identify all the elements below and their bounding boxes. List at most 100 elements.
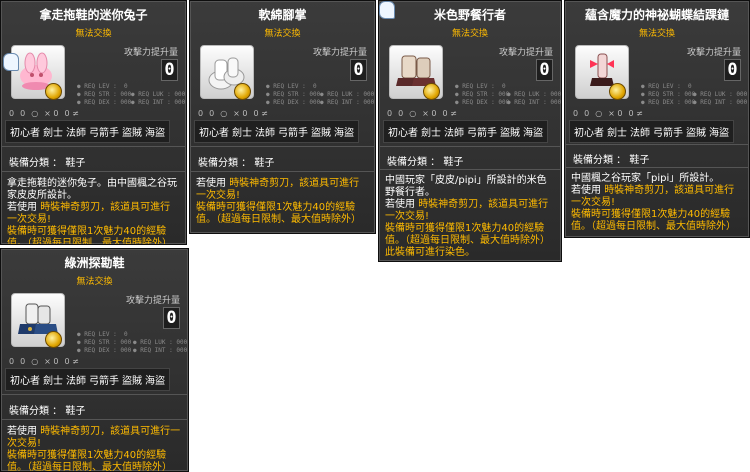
description-line: 若使用 時裝神奇剪刀，該道具可進行一次交易! bbox=[385, 199, 549, 222]
attack-increase-label: 攻擊力提升量 bbox=[123, 48, 178, 58]
item-description: 中國楓之谷玩家「pipi」所設計。 若使用 時裝神奇剪刀，該道具可進行一次交易!… bbox=[571, 173, 743, 233]
item-title: 綠洲探勘鞋 bbox=[64, 256, 125, 270]
description-line: 裝備時可獲得僅限1次魅力40的經驗值。（超過每日限制、最大值時除外） bbox=[385, 223, 550, 246]
item-title: 拿走拖鞋的迷你兔子 bbox=[39, 8, 148, 22]
job-archer: 弓箭手 bbox=[653, 128, 683, 139]
job-warrior: 劍士 bbox=[421, 128, 441, 139]
item-title: 米色野餐行者 bbox=[433, 8, 506, 22]
job-mage: 法師 bbox=[66, 376, 86, 387]
trade-status: 無法交換 bbox=[75, 29, 112, 39]
pointer-hand-icon bbox=[379, 1, 395, 19]
item-tooltip-card-4: 蘊含魔力的神祕蝴蝶結踝鏈 無法交換 攻擊力提升量 0 ● REQ LEV : 0… bbox=[564, 0, 750, 238]
requirements-left: ● REQ LEV : 0 ● REQ STR : 000 ● REQ DEX … bbox=[77, 83, 132, 106]
stat-value: 0 bbox=[198, 109, 204, 118]
job-list: 初心者 劍士 法師 弓箭手 盜賊 海盜 bbox=[569, 120, 734, 143]
stat-value: × 0 bbox=[233, 109, 248, 118]
divider bbox=[1, 419, 188, 420]
stat-value: 0 bbox=[573, 109, 579, 118]
divider bbox=[1, 146, 186, 147]
trade-status: 無法交換 bbox=[76, 277, 113, 287]
equipment-category: 裝備分類 ： 鞋子 bbox=[198, 158, 275, 169]
description-line: 中國楓之谷玩家「pipi」所設計。 bbox=[571, 173, 720, 184]
equipment-category: 裝備分類 ： 鞋子 bbox=[9, 158, 86, 169]
job-thief: 盜賊 bbox=[500, 128, 520, 139]
description-line: 裝備時可獲得僅限1次魅力40的經驗值。（超過每日限制、最大值時除外） bbox=[7, 450, 172, 472]
stat-icons-row: 0 0 ○ × 0 0 ≠ bbox=[9, 357, 79, 366]
divider bbox=[1, 171, 186, 172]
stat-value: 0 bbox=[20, 357, 26, 366]
job-thief: 盜賊 bbox=[311, 128, 331, 139]
requirements-left: ● REQ LEV : 0 ● REQ STR : 000 ● REQ DEX … bbox=[77, 331, 132, 354]
item-description: 中國玩家「皮皮/pipi」所設計的米色野餐行者。 若使用 時裝神奇剪刀，該道具可… bbox=[385, 175, 555, 259]
job-thief: 盜賊 bbox=[122, 376, 142, 387]
attack-increase-label: 攻擊力提升量 bbox=[312, 48, 367, 58]
coin-icon bbox=[45, 83, 62, 100]
equipment-category: 裝備分類 ： 鞋子 bbox=[9, 406, 86, 417]
stat-value: 0 ≠ bbox=[64, 109, 79, 118]
job-warrior: 劍士 bbox=[232, 128, 252, 139]
stat-value: 0 bbox=[387, 109, 393, 118]
attack-increase-value: 0 bbox=[161, 59, 178, 81]
job-beginner: 初心者 bbox=[10, 128, 40, 139]
job-beginner: 初心者 bbox=[574, 128, 604, 139]
stat-value: ○ bbox=[409, 109, 417, 118]
divider bbox=[190, 146, 375, 147]
job-warrior: 劍士 bbox=[43, 376, 63, 387]
job-archer: 弓箭手 bbox=[467, 128, 497, 139]
job-thief: 盜賊 bbox=[686, 128, 706, 139]
job-warrior: 劍士 bbox=[607, 128, 627, 139]
item-description: 若使用 時裝神奇剪刀，該道具可進行一次交易! 裝備時可獲得僅限1次魅力40的經驗… bbox=[7, 426, 182, 472]
job-beginner: 初心者 bbox=[388, 128, 418, 139]
divider bbox=[1, 394, 188, 395]
description-line: 中國玩家「皮皮/pipi」所設計的米色野餐行者。 bbox=[385, 175, 547, 198]
description-line: 裝備時可獲得僅限1次魅力40的經驗值。（超過每日限制、最大值時除外） bbox=[196, 202, 361, 225]
stat-value: 0 ≠ bbox=[64, 357, 79, 366]
stat-value: 0 ≠ bbox=[628, 109, 643, 118]
requirements-left: ● REQ LEV : 0 ● REQ STR : 000 ● REQ DEX … bbox=[266, 83, 321, 106]
divider bbox=[565, 167, 749, 168]
coin-icon bbox=[234, 83, 251, 100]
attack-increase-value: 0 bbox=[163, 307, 180, 329]
stat-value: 0 ≠ bbox=[442, 109, 457, 118]
job-archer: 弓箭手 bbox=[278, 128, 308, 139]
description-line: 裝備時可獲得僅限1次魅力40的經驗值。（超過每日限制、最大值時除外） bbox=[571, 209, 736, 232]
pointer-hand-icon bbox=[3, 53, 19, 71]
requirements-right: ● REQ LUK : 000 ● REQ INT : 000 bbox=[693, 91, 748, 106]
item-tooltip-card-3: 米色野餐行者 無法交換 攻擊力提升量 0 ● REQ LEV : 0 ● REQ… bbox=[378, 0, 562, 262]
equipment-category: 裝備分類 ： 鞋子 bbox=[387, 157, 464, 168]
attack-increase-label: 攻擊力提升量 bbox=[125, 296, 180, 306]
stat-value: 0 bbox=[398, 109, 404, 118]
job-pirate: 海盜 bbox=[145, 376, 165, 387]
stat-value: ○ bbox=[31, 357, 39, 366]
coin-icon bbox=[423, 83, 440, 100]
description-line: 拿走拖鞋的迷你兔子。由中國楓之谷玩家皮皮所設計。 bbox=[7, 178, 177, 201]
description-line: 若使用 時裝神奇剪刀，該道具可進行一次交易! bbox=[7, 202, 171, 225]
equipment-category: 裝備分類 ： 鞋子 bbox=[573, 155, 650, 166]
job-mage: 法師 bbox=[630, 128, 650, 139]
job-pirate: 海盜 bbox=[145, 128, 165, 139]
job-archer: 弓箭手 bbox=[89, 376, 119, 387]
divider bbox=[379, 146, 561, 147]
requirements-left: ● REQ LEV : 0 ● REQ STR : 000 ● REQ DEX … bbox=[641, 83, 696, 106]
stat-icons-row: 0 0 ○ × 0 0 ≠ bbox=[198, 109, 268, 118]
trade-status: 無法交換 bbox=[638, 29, 675, 39]
stat-value: × 0 bbox=[44, 109, 59, 118]
stat-value: ○ bbox=[220, 109, 228, 118]
job-warrior: 劍士 bbox=[43, 128, 63, 139]
item-title: 軟綿腳掌 bbox=[258, 8, 307, 22]
stat-value: × 0 bbox=[422, 109, 437, 118]
item-description: 拿走拖鞋的迷你兔子。由中國楓之谷玩家皮皮所設計。 若使用 時裝神奇剪刀，該道具可… bbox=[7, 178, 180, 244]
stat-value: 0 bbox=[9, 357, 15, 366]
job-thief: 盜賊 bbox=[122, 128, 142, 139]
job-pirate: 海盜 bbox=[523, 128, 543, 139]
stat-value: 0 bbox=[209, 109, 215, 118]
stat-icons-row: 0 0 ○ × 0 0 ≠ bbox=[387, 109, 457, 118]
description-line: 若使用 時裝神奇剪刀，該道具可進行一次交易! bbox=[7, 426, 181, 449]
stat-value: 0 bbox=[20, 109, 26, 118]
stat-icons-row: 0 0 ○ × 0 0 ≠ bbox=[573, 109, 643, 118]
divider bbox=[190, 171, 375, 172]
job-list: 初心者 劍士 法師 弓箭手 盜賊 海盜 bbox=[5, 368, 170, 391]
job-list: 初心者 劍士 法師 弓箭手 盜賊 海盜 bbox=[194, 120, 359, 143]
coin-icon bbox=[609, 83, 626, 100]
description-line: 此裝備可進行染色。 bbox=[385, 247, 475, 258]
